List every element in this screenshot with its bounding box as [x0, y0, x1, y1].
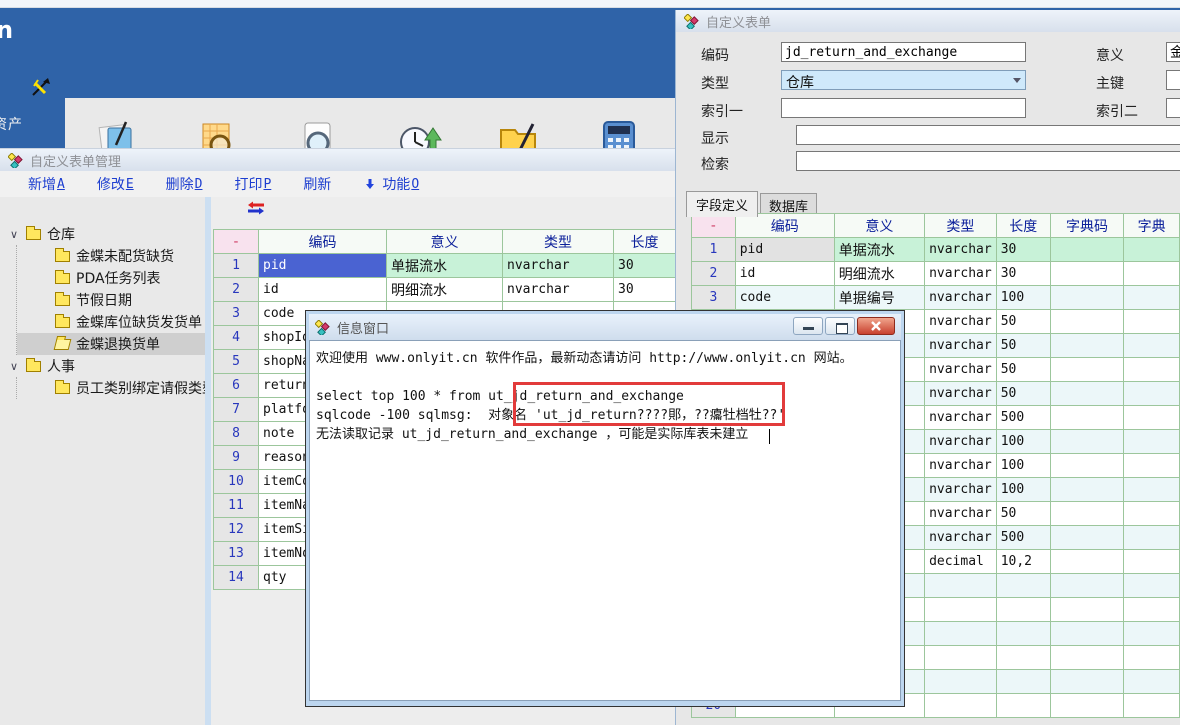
- form-window-title: 自定义表单: [706, 12, 771, 31]
- delete-button[interactable]: 删除D: [166, 174, 203, 194]
- header-code: 编码: [735, 214, 834, 238]
- tree-item[interactable]: 金蝶未配货缺货: [17, 245, 205, 267]
- chevron-down-icon[interactable]: ∨: [10, 228, 24, 241]
- search-label: 检索: [701, 154, 729, 174]
- table-row: 2 id 明细流水 nvarchar 30: [692, 262, 1180, 286]
- swap-columns-icon[interactable]: [247, 201, 265, 219]
- dialog-text-line: 欢迎使用 www.onlyit.cn 软件作品，最新动态请访问 http://w…: [316, 349, 894, 368]
- type-label: 类型: [701, 73, 729, 93]
- header-length: 长度: [996, 214, 1050, 238]
- header-rownum: -: [692, 214, 736, 238]
- error-highlight-annotation: [513, 382, 785, 426]
- display-label: 显示: [701, 128, 729, 148]
- code-label: 编码: [701, 45, 729, 65]
- tree-group-warehouse: ∨ 仓库 金蝶未配货缺货 PDA任务列表: [0, 223, 205, 355]
- close-x-icon: [858, 318, 894, 334]
- index2-field[interactable]: [1166, 98, 1180, 118]
- edit-button[interactable]: 修改E: [97, 174, 134, 194]
- screen: n 资产: [0, 0, 1180, 725]
- header-dict: 字典: [1124, 214, 1180, 238]
- index2-label: 索引二: [1096, 101, 1138, 121]
- dialog-message-area: 欢迎使用 www.onlyit.cn 软件作品，最新动态请访问 http://w…: [309, 340, 901, 701]
- add-button[interactable]: 新增A: [28, 174, 65, 194]
- folder-icon: [55, 295, 70, 306]
- primary-key-field[interactable]: [1166, 70, 1180, 90]
- info-dialog: 信息窗口 欢迎使用 www.onlyit.cn 软件作品，最新动态请访问 htt…: [305, 310, 905, 707]
- dialog-window-buttons: [793, 317, 895, 335]
- header-meaning: 意义: [387, 230, 503, 254]
- tree-item[interactable]: 金蝶库位缺货发货单: [17, 311, 205, 333]
- table-row: 2 id 明细流水 nvarchar 30: [214, 278, 676, 302]
- primary-key-label: 主键: [1096, 73, 1124, 93]
- header-dict-code: 字典码: [1050, 214, 1123, 238]
- meaning-field[interactable]: [1166, 42, 1180, 62]
- header-code: 编码: [259, 230, 387, 254]
- dialog-title: 信息窗口: [337, 318, 389, 337]
- dialog-titlebar[interactable]: 信息窗口: [309, 314, 901, 340]
- folder-icon: [26, 361, 41, 372]
- header-type: 类型: [503, 230, 614, 254]
- print-button[interactable]: 打印P: [234, 174, 271, 194]
- main-window-title-partial: n: [0, 16, 13, 44]
- tree-item[interactable]: 节假日期: [17, 289, 205, 311]
- meaning-label: 意义: [1096, 45, 1124, 65]
- dialog-text-line: 无法读取记录 ut_jd_return_and_exchange ，可能是实际库…: [316, 425, 894, 444]
- app-diamonds-icon: [8, 153, 23, 168]
- desktop-top-strip: [0, 0, 1180, 8]
- sidebar-label-assets: 资产: [0, 114, 23, 134]
- index1-field[interactable]: [781, 98, 1026, 118]
- app-diamonds-icon: [684, 14, 699, 29]
- type-dropdown[interactable]: 仓库: [781, 70, 1026, 90]
- tab-field-definition[interactable]: 字段定义: [686, 191, 758, 217]
- table-row: 1 pid 单据流水 nvarchar 30: [214, 254, 676, 278]
- display-field[interactable]: [796, 125, 1180, 145]
- manager-window-title: 自定义表单管理: [30, 151, 121, 170]
- tree-group-hr: ∨ 人事 员工类别绑定请假类型: [0, 355, 205, 399]
- header-type: 类型: [925, 214, 997, 238]
- folder-icon: [55, 251, 70, 262]
- arrow-down-icon: [364, 178, 376, 190]
- tree-item[interactable]: 金蝶退换货单: [17, 333, 205, 355]
- maximize-button[interactable]: [825, 317, 855, 335]
- form-tree-panel: ∨ 仓库 金蝶未配货缺货 PDA任务列表: [0, 197, 205, 725]
- app-diamonds-icon: [315, 320, 330, 335]
- form-titlebar: 自定义表单: [676, 10, 1180, 32]
- table-row: 3 code 单据编号 nvarchar 100: [692, 286, 1180, 310]
- tree-group-item[interactable]: ∨ 人事: [0, 355, 205, 377]
- tree-group-item[interactable]: ∨ 仓库: [0, 223, 205, 245]
- functions-button[interactable]: 功能O: [364, 174, 419, 194]
- folder-icon: [55, 317, 70, 328]
- chevron-down-icon[interactable]: ∨: [10, 360, 24, 373]
- header-meaning: 意义: [834, 214, 924, 238]
- table-row: 1 pid 单据流水 nvarchar 30: [692, 238, 1180, 262]
- busy-cursor-icon: [30, 76, 52, 102]
- folder-icon: [55, 383, 70, 394]
- close-button[interactable]: [857, 317, 895, 335]
- folder-icon: [54, 339, 72, 350]
- table-header-row: - 编码 意义 类型 长度 字典码 字典: [692, 214, 1180, 238]
- minimize-button[interactable]: [793, 317, 823, 335]
- table-header-row: - 编码 意义 类型 长度: [214, 230, 676, 254]
- tree-item[interactable]: 员工类别绑定请假类型: [17, 377, 205, 399]
- header-rownum: -: [214, 230, 259, 254]
- index1-label: 索引一: [701, 101, 743, 121]
- folder-icon: [26, 229, 41, 240]
- refresh-button[interactable]: 刷新: [303, 174, 332, 194]
- tree-item[interactable]: PDA任务列表: [17, 267, 205, 289]
- search-field[interactable]: [796, 151, 1180, 171]
- code-field[interactable]: [781, 42, 1026, 62]
- header-length: 长度: [614, 230, 676, 254]
- folder-icon: [55, 273, 70, 284]
- chevron-down-icon: [1013, 78, 1021, 83]
- text-caret: [769, 429, 770, 444]
